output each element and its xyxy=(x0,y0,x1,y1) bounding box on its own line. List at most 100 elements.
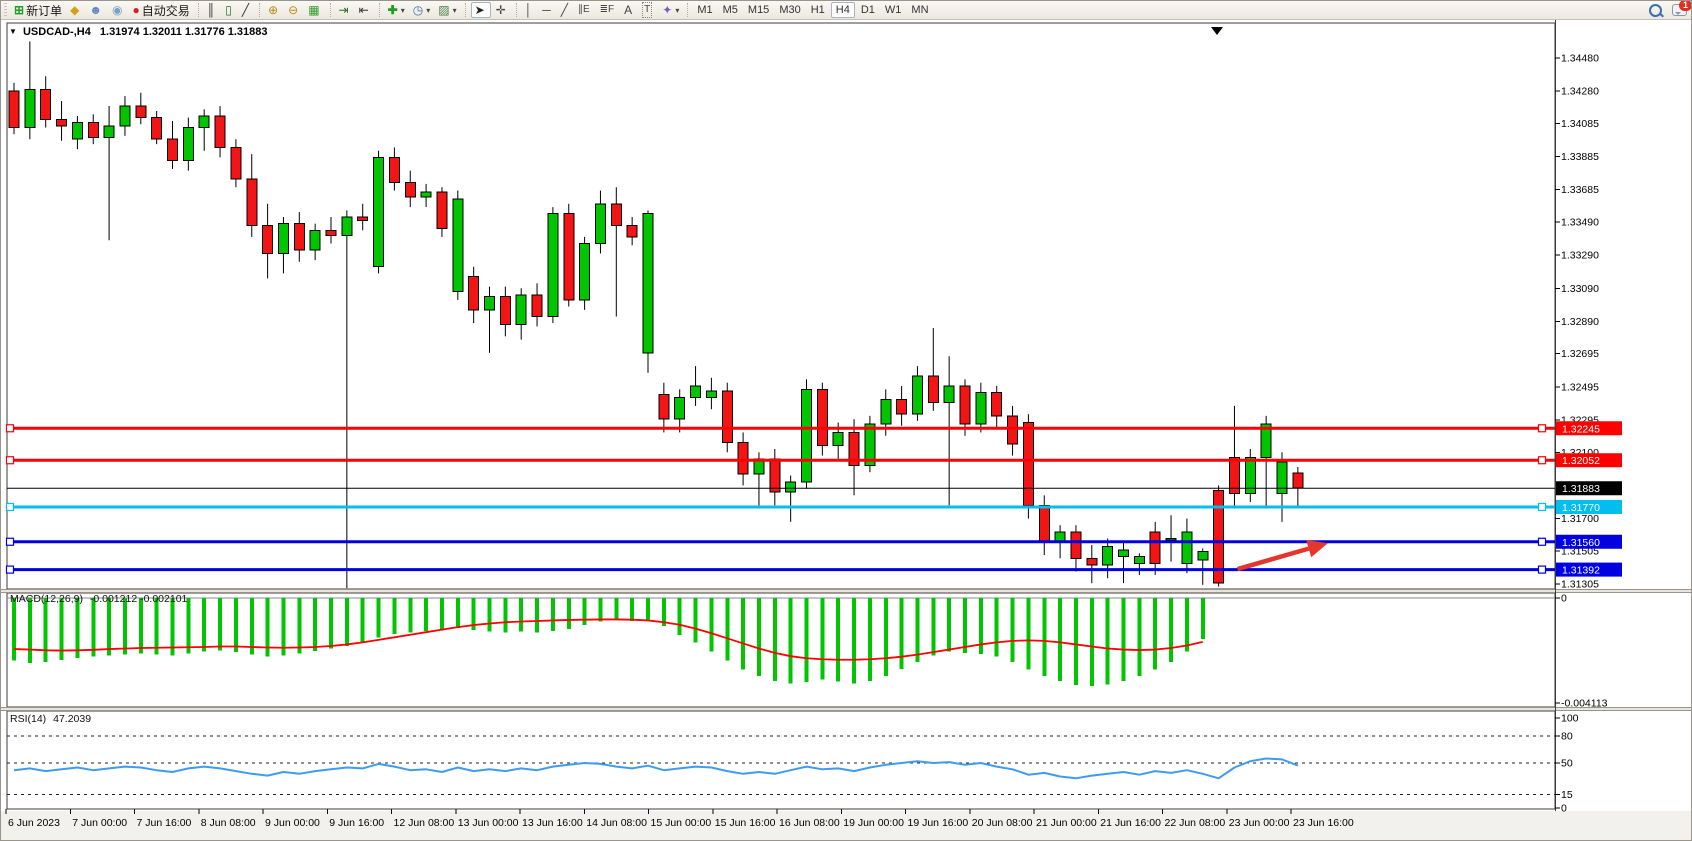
timeframe-m15-button[interactable]: M15 xyxy=(744,2,773,18)
trendline-button[interactable]: ╱ xyxy=(558,2,573,18)
bull-candle xyxy=(453,199,463,292)
bear-candle xyxy=(1039,505,1049,541)
periods-button[interactable]: ◷▾ xyxy=(410,2,434,18)
chart-dropdown-icon[interactable]: ▼ xyxy=(9,27,17,36)
macd-bar xyxy=(1058,598,1062,681)
bear-candle xyxy=(389,157,399,182)
macd-bar xyxy=(900,598,904,669)
equidistant-channel-button[interactable]: ∥E xyxy=(575,2,595,18)
macd-bar xyxy=(551,598,555,631)
line-handle[interactable] xyxy=(1539,503,1546,510)
profile-icon: ☻ xyxy=(89,3,102,17)
rsi-label: RSI(14) 47.2039 xyxy=(10,713,91,725)
profile-button[interactable]: ☻ xyxy=(86,2,107,18)
timeframe-h4-button[interactable]: H4 xyxy=(831,2,855,18)
macd-bar xyxy=(1153,598,1157,669)
time-tick-label: 7 Jun 00:00 xyxy=(72,817,127,829)
line-handle[interactable] xyxy=(7,538,14,545)
price-tick-label: 100 xyxy=(1561,713,1579,725)
macd-bar xyxy=(107,598,111,656)
chat-icon[interactable]: 1 xyxy=(1672,4,1687,16)
timeframe-w1-button[interactable]: W1 xyxy=(881,2,906,18)
svg-text:1.31770: 1.31770 xyxy=(1562,502,1600,514)
macd-bar xyxy=(12,598,16,661)
rsi-value: 47.2039 xyxy=(53,713,91,725)
text-label-button[interactable]: T xyxy=(639,2,657,18)
signal-button[interactable]: ◉ xyxy=(109,2,127,18)
new-order-label: 新订单 xyxy=(26,2,62,19)
mt4-window: ⊞ 新订单 ◆ ☻ ◉ ● 自动交易 ║ ▯ ╱ ⊕ ⊖ ▦ ⇥ ⇤ ✚▾ ◷▾… xyxy=(0,0,1692,841)
arrows-button[interactable]: ✦▾ xyxy=(659,2,682,18)
main-pane[interactable] xyxy=(7,23,1555,589)
bull-candle xyxy=(548,214,558,317)
toolbar-grip[interactable] xyxy=(4,3,7,17)
new-order-button[interactable]: ⊞ 新订单 xyxy=(11,2,65,18)
macd-bar xyxy=(1026,598,1030,669)
chart-shift-button[interactable]: ⇤ xyxy=(356,2,374,18)
auto-trading-icon: ● xyxy=(132,3,139,17)
line-handle[interactable] xyxy=(7,425,14,432)
macd-bar xyxy=(598,598,602,621)
price-tick-label: -0.004113 xyxy=(1561,698,1608,710)
zoom-in-button[interactable]: ⊕ xyxy=(265,2,283,18)
price-level-badge: 1.31770 xyxy=(1556,500,1622,514)
bear-candle xyxy=(1293,473,1303,488)
channel-icon: ∥E xyxy=(578,3,590,17)
line-handle[interactable] xyxy=(7,457,14,464)
macd-bar xyxy=(234,598,238,652)
timeframe-m5-button[interactable]: M5 xyxy=(719,2,742,18)
price-tick-label: 1.34480 xyxy=(1561,53,1599,65)
bull-candle xyxy=(1182,532,1192,563)
svg-text:1.32052: 1.32052 xyxy=(1562,455,1600,467)
macd-bar xyxy=(202,598,206,652)
line-handle[interactable] xyxy=(7,566,14,573)
templates-button[interactable]: ▨▾ xyxy=(435,2,459,18)
timeframe-m1-button[interactable]: M1 xyxy=(693,2,716,18)
macd-bar xyxy=(979,598,983,654)
candlestick-icon: ▯ xyxy=(225,3,232,17)
line-handle[interactable] xyxy=(1539,566,1546,573)
indicators-icon: ✚ xyxy=(388,3,398,17)
line-handle[interactable] xyxy=(1539,457,1546,464)
search-icon[interactable] xyxy=(1649,4,1662,17)
auto-scroll-button[interactable]: ⇥ xyxy=(336,2,354,18)
timeframe-d1-button[interactable]: D1 xyxy=(857,2,879,18)
macd-bar xyxy=(1090,598,1094,686)
fibonacci-button[interactable]: ≣F xyxy=(597,2,620,18)
tile-windows-button[interactable]: ▦ xyxy=(305,2,324,18)
candlestick-chart-button[interactable]: ▯ xyxy=(222,2,237,18)
auto-trading-button[interactable]: ● 自动交易 xyxy=(129,2,192,18)
macd-bar xyxy=(725,598,729,661)
macd-bar xyxy=(1074,598,1078,685)
vertical-line-button[interactable]: │ xyxy=(522,2,538,18)
crosshair-button[interactable]: ✛ xyxy=(493,2,511,18)
macd-bar xyxy=(805,598,809,682)
text-button[interactable]: A xyxy=(621,2,637,18)
macd-pane[interactable] xyxy=(7,593,1555,707)
line-handle[interactable] xyxy=(1539,425,1546,432)
toolbar-separator xyxy=(687,3,688,17)
chart-canvas[interactable]: 1.344801.342801.340851.338851.336851.334… xyxy=(1,19,1692,841)
macd-bar xyxy=(123,598,127,655)
time-tick-label: 6 Jun 2023 xyxy=(8,817,60,829)
line-handle[interactable] xyxy=(1539,538,1546,545)
price-tick-label: 1.34280 xyxy=(1561,86,1599,98)
bull-candle xyxy=(912,376,922,414)
bar-chart-button[interactable]: ║ xyxy=(204,2,221,18)
timeframe-m30-button[interactable]: M30 xyxy=(775,2,804,18)
clock-icon: ◷ xyxy=(413,3,423,17)
bear-candle xyxy=(1008,416,1018,444)
timeframe-mn-button[interactable]: MN xyxy=(907,2,932,18)
macd-bar xyxy=(1042,598,1046,676)
timeframe-h1-button[interactable]: H1 xyxy=(807,2,829,18)
horizontal-line-button[interactable]: ─ xyxy=(539,2,556,18)
line-chart-button[interactable]: ╱ xyxy=(239,2,254,18)
price-tick-label: 1.31305 xyxy=(1561,579,1599,591)
toolbar-separator xyxy=(379,3,380,17)
tile-windows-icon: ▦ xyxy=(308,3,319,17)
zoom-out-button[interactable]: ⊖ xyxy=(285,2,303,18)
line-handle[interactable] xyxy=(7,503,14,510)
charts-menu-button[interactable]: ◆ xyxy=(67,2,84,18)
indicators-button[interactable]: ✚▾ xyxy=(385,2,408,18)
cursor-button[interactable]: ➤ xyxy=(471,2,491,18)
